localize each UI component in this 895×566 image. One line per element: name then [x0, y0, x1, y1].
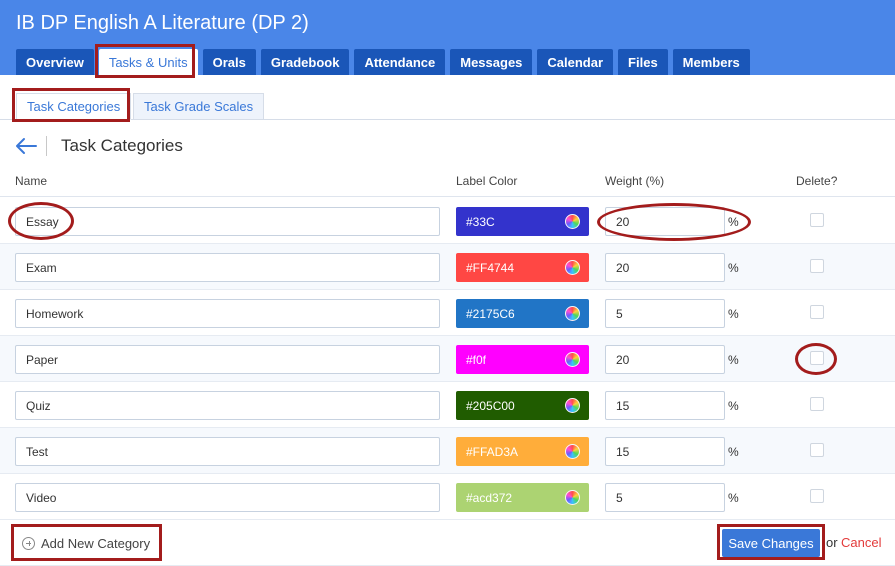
- cancel-link[interactable]: Cancel: [841, 535, 881, 550]
- tab-files[interactable]: Files: [618, 49, 668, 75]
- category-name-input[interactable]: [15, 345, 440, 374]
- plus-circle-icon: [22, 536, 35, 550]
- color-hex-label: #33C: [466, 214, 495, 229]
- tab-overview[interactable]: Overview: [16, 49, 94, 75]
- label-color-picker[interactable]: #f0f: [456, 345, 589, 374]
- color-hex-label: #acd372: [466, 490, 513, 505]
- category-row: #205C00 %: [0, 382, 895, 428]
- color-wheel-icon: [565, 214, 580, 229]
- delete-checkbox[interactable]: [810, 259, 824, 273]
- tab-attendance[interactable]: Attendance: [354, 49, 446, 75]
- course-title: IB DP English A Literature (DP 2): [16, 12, 309, 34]
- percent-sign: %: [728, 445, 739, 459]
- category-row: #f0f %: [0, 336, 895, 382]
- label-color-picker[interactable]: #205C00: [456, 391, 589, 420]
- category-row: #FFAD3A %: [0, 428, 895, 474]
- percent-sign: %: [728, 491, 739, 505]
- delete-checkbox[interactable]: [810, 443, 824, 457]
- color-wheel-icon: [565, 352, 580, 367]
- column-header-weight: Weight (%): [605, 174, 665, 188]
- color-wheel-icon: [565, 260, 580, 275]
- tab-gradebook[interactable]: Gradebook: [260, 49, 350, 75]
- page-heading: Task Categories: [14, 134, 183, 158]
- add-category-button[interactable]: Add New Category: [22, 532, 150, 554]
- sub-tabs: Task Categories Task Grade Scales: [0, 93, 895, 120]
- category-name-input[interactable]: [15, 253, 440, 282]
- color-wheel-icon: [565, 490, 580, 505]
- page-title: Task Categories: [61, 136, 183, 155]
- column-header-label-color: Label Color: [456, 174, 518, 188]
- weight-input[interactable]: [605, 299, 725, 328]
- header-divider: [0, 196, 895, 197]
- color-hex-label: #FF4744: [466, 260, 515, 275]
- course-header: IB DP English A Literature (DP 2) Overvi…: [0, 0, 895, 75]
- category-name-input[interactable]: [15, 437, 440, 466]
- color-hex-label: #f0f: [466, 352, 487, 367]
- subtab-task-grade-scales[interactable]: Task Grade Scales: [133, 93, 265, 120]
- color-hex-label: #FFAD3A: [466, 444, 519, 459]
- delete-checkbox[interactable]: [810, 397, 824, 411]
- label-color-picker[interactable]: #acd372: [456, 483, 589, 512]
- category-name-input[interactable]: [15, 483, 440, 512]
- color-wheel-icon: [565, 306, 580, 321]
- tab-messages[interactable]: Messages: [450, 49, 533, 75]
- tab-calendar[interactable]: Calendar: [537, 49, 614, 75]
- weight-input[interactable]: [605, 437, 725, 466]
- weight-input[interactable]: [605, 345, 725, 374]
- delete-checkbox[interactable]: [810, 213, 824, 227]
- color-hex-label: #205C00: [466, 398, 515, 413]
- label-color-picker[interactable]: #FFAD3A: [456, 437, 589, 466]
- weight-input[interactable]: [605, 483, 725, 512]
- category-name-input[interactable]: [15, 207, 440, 236]
- delete-checkbox[interactable]: [810, 305, 824, 319]
- column-header-delete: Delete?: [796, 174, 838, 188]
- tab-tasks-units[interactable]: Tasks & Units: [98, 49, 198, 75]
- color-wheel-icon: [565, 398, 580, 413]
- percent-sign: %: [728, 215, 739, 229]
- percent-sign: %: [728, 399, 739, 413]
- tab-orals[interactable]: Orals: [202, 49, 256, 75]
- category-name-input[interactable]: [15, 391, 440, 420]
- label-color-picker[interactable]: #FF4744: [456, 253, 589, 282]
- color-hex-label: #2175C6: [466, 306, 515, 321]
- category-row: #33C %: [0, 198, 895, 244]
- subtab-task-categories[interactable]: Task Categories: [16, 93, 132, 120]
- arrow-left-icon[interactable]: [14, 136, 38, 156]
- tab-members[interactable]: Members: [672, 49, 750, 75]
- label-color-picker[interactable]: #2175C6: [456, 299, 589, 328]
- main-nav: Overview Tasks & Units Orals Gradebook A…: [16, 49, 755, 75]
- category-row: #2175C6 %: [0, 290, 895, 336]
- delete-checkbox[interactable]: [810, 351, 824, 365]
- label-color-picker[interactable]: #33C: [456, 207, 589, 236]
- weight-input[interactable]: [605, 207, 725, 236]
- weight-input[interactable]: [605, 253, 725, 282]
- column-header-name: Name: [15, 174, 48, 188]
- or-text: or: [826, 535, 838, 550]
- percent-sign: %: [728, 307, 739, 321]
- category-row: #FF4744 %: [0, 244, 895, 290]
- percent-sign: %: [728, 261, 739, 275]
- percent-sign: %: [728, 353, 739, 367]
- add-category-label: Add New Category: [41, 535, 151, 551]
- category-row: #acd372 %: [0, 474, 895, 520]
- heading-divider: [46, 136, 47, 156]
- color-wheel-icon: [565, 444, 580, 459]
- form-footer: Add New Category Save Changes or Cancel: [0, 520, 895, 566]
- delete-checkbox[interactable]: [810, 489, 824, 503]
- category-name-input[interactable]: [15, 299, 440, 328]
- save-changes-button[interactable]: Save Changes: [722, 529, 820, 557]
- weight-input[interactable]: [605, 391, 725, 420]
